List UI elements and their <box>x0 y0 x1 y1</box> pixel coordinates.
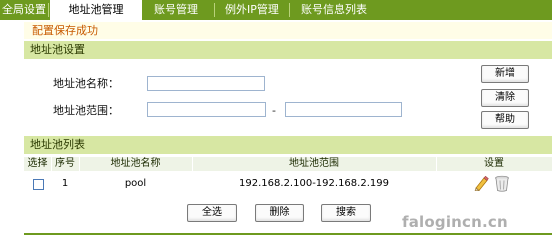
row-pool-name: pool <box>124 178 147 189</box>
row-pool-range: 192.168.2.100-192.168.2.199 <box>239 178 389 189</box>
status-message: 配置保存成功 <box>24 22 552 39</box>
row-select-checkbox[interactable] <box>33 179 44 190</box>
range-separator: - <box>272 104 276 117</box>
column-pool-range: 地址池范围 <box>289 158 339 169</box>
column-index: 序号 <box>55 158 75 169</box>
pool-name-label: 地址池名称： <box>53 77 119 90</box>
pool-range-label: 地址池范围： <box>53 104 119 117</box>
tab-separator <box>48 3 49 17</box>
range-start-input[interactable] <box>147 102 266 117</box>
tab-separator <box>289 3 290 17</box>
delete-button[interactable]: 删除 <box>255 204 304 222</box>
edit-icon[interactable] <box>473 175 489 191</box>
pool-list-header: 地址池列表 <box>24 136 552 154</box>
watermark-text: falogincn.cn <box>402 213 508 231</box>
delete-icon[interactable] <box>494 175 510 192</box>
tab-exception-ip[interactable]: 例外IP管理 <box>216 0 288 20</box>
pool-name-input[interactable] <box>147 76 265 91</box>
search-button[interactable]: 搜索 <box>321 204 371 222</box>
select-all-button[interactable]: 全选 <box>187 204 237 222</box>
range-end-input[interactable] <box>285 102 402 117</box>
column-select: 选择 <box>27 158 48 169</box>
tab-global-settings[interactable]: 全局设置 <box>0 0 48 20</box>
tab-account-management[interactable]: 账号管理 <box>144 0 208 20</box>
pool-settings-header: 地址池设置 <box>24 41 552 59</box>
add-button[interactable]: 新增 <box>481 65 529 83</box>
clear-button[interactable]: 清除 <box>481 89 529 107</box>
column-settings: 设置 <box>484 158 504 169</box>
tab-account-info-list[interactable]: 账号信息列表 <box>291 0 377 20</box>
row-index: 1 <box>61 178 69 189</box>
bottom-divider <box>24 233 552 235</box>
tab-address-pool[interactable]: 地址池管理 <box>50 0 142 21</box>
column-pool-name: 地址池名称 <box>110 158 161 169</box>
tab-separator <box>214 3 215 17</box>
help-button[interactable]: 帮助 <box>481 111 529 129</box>
